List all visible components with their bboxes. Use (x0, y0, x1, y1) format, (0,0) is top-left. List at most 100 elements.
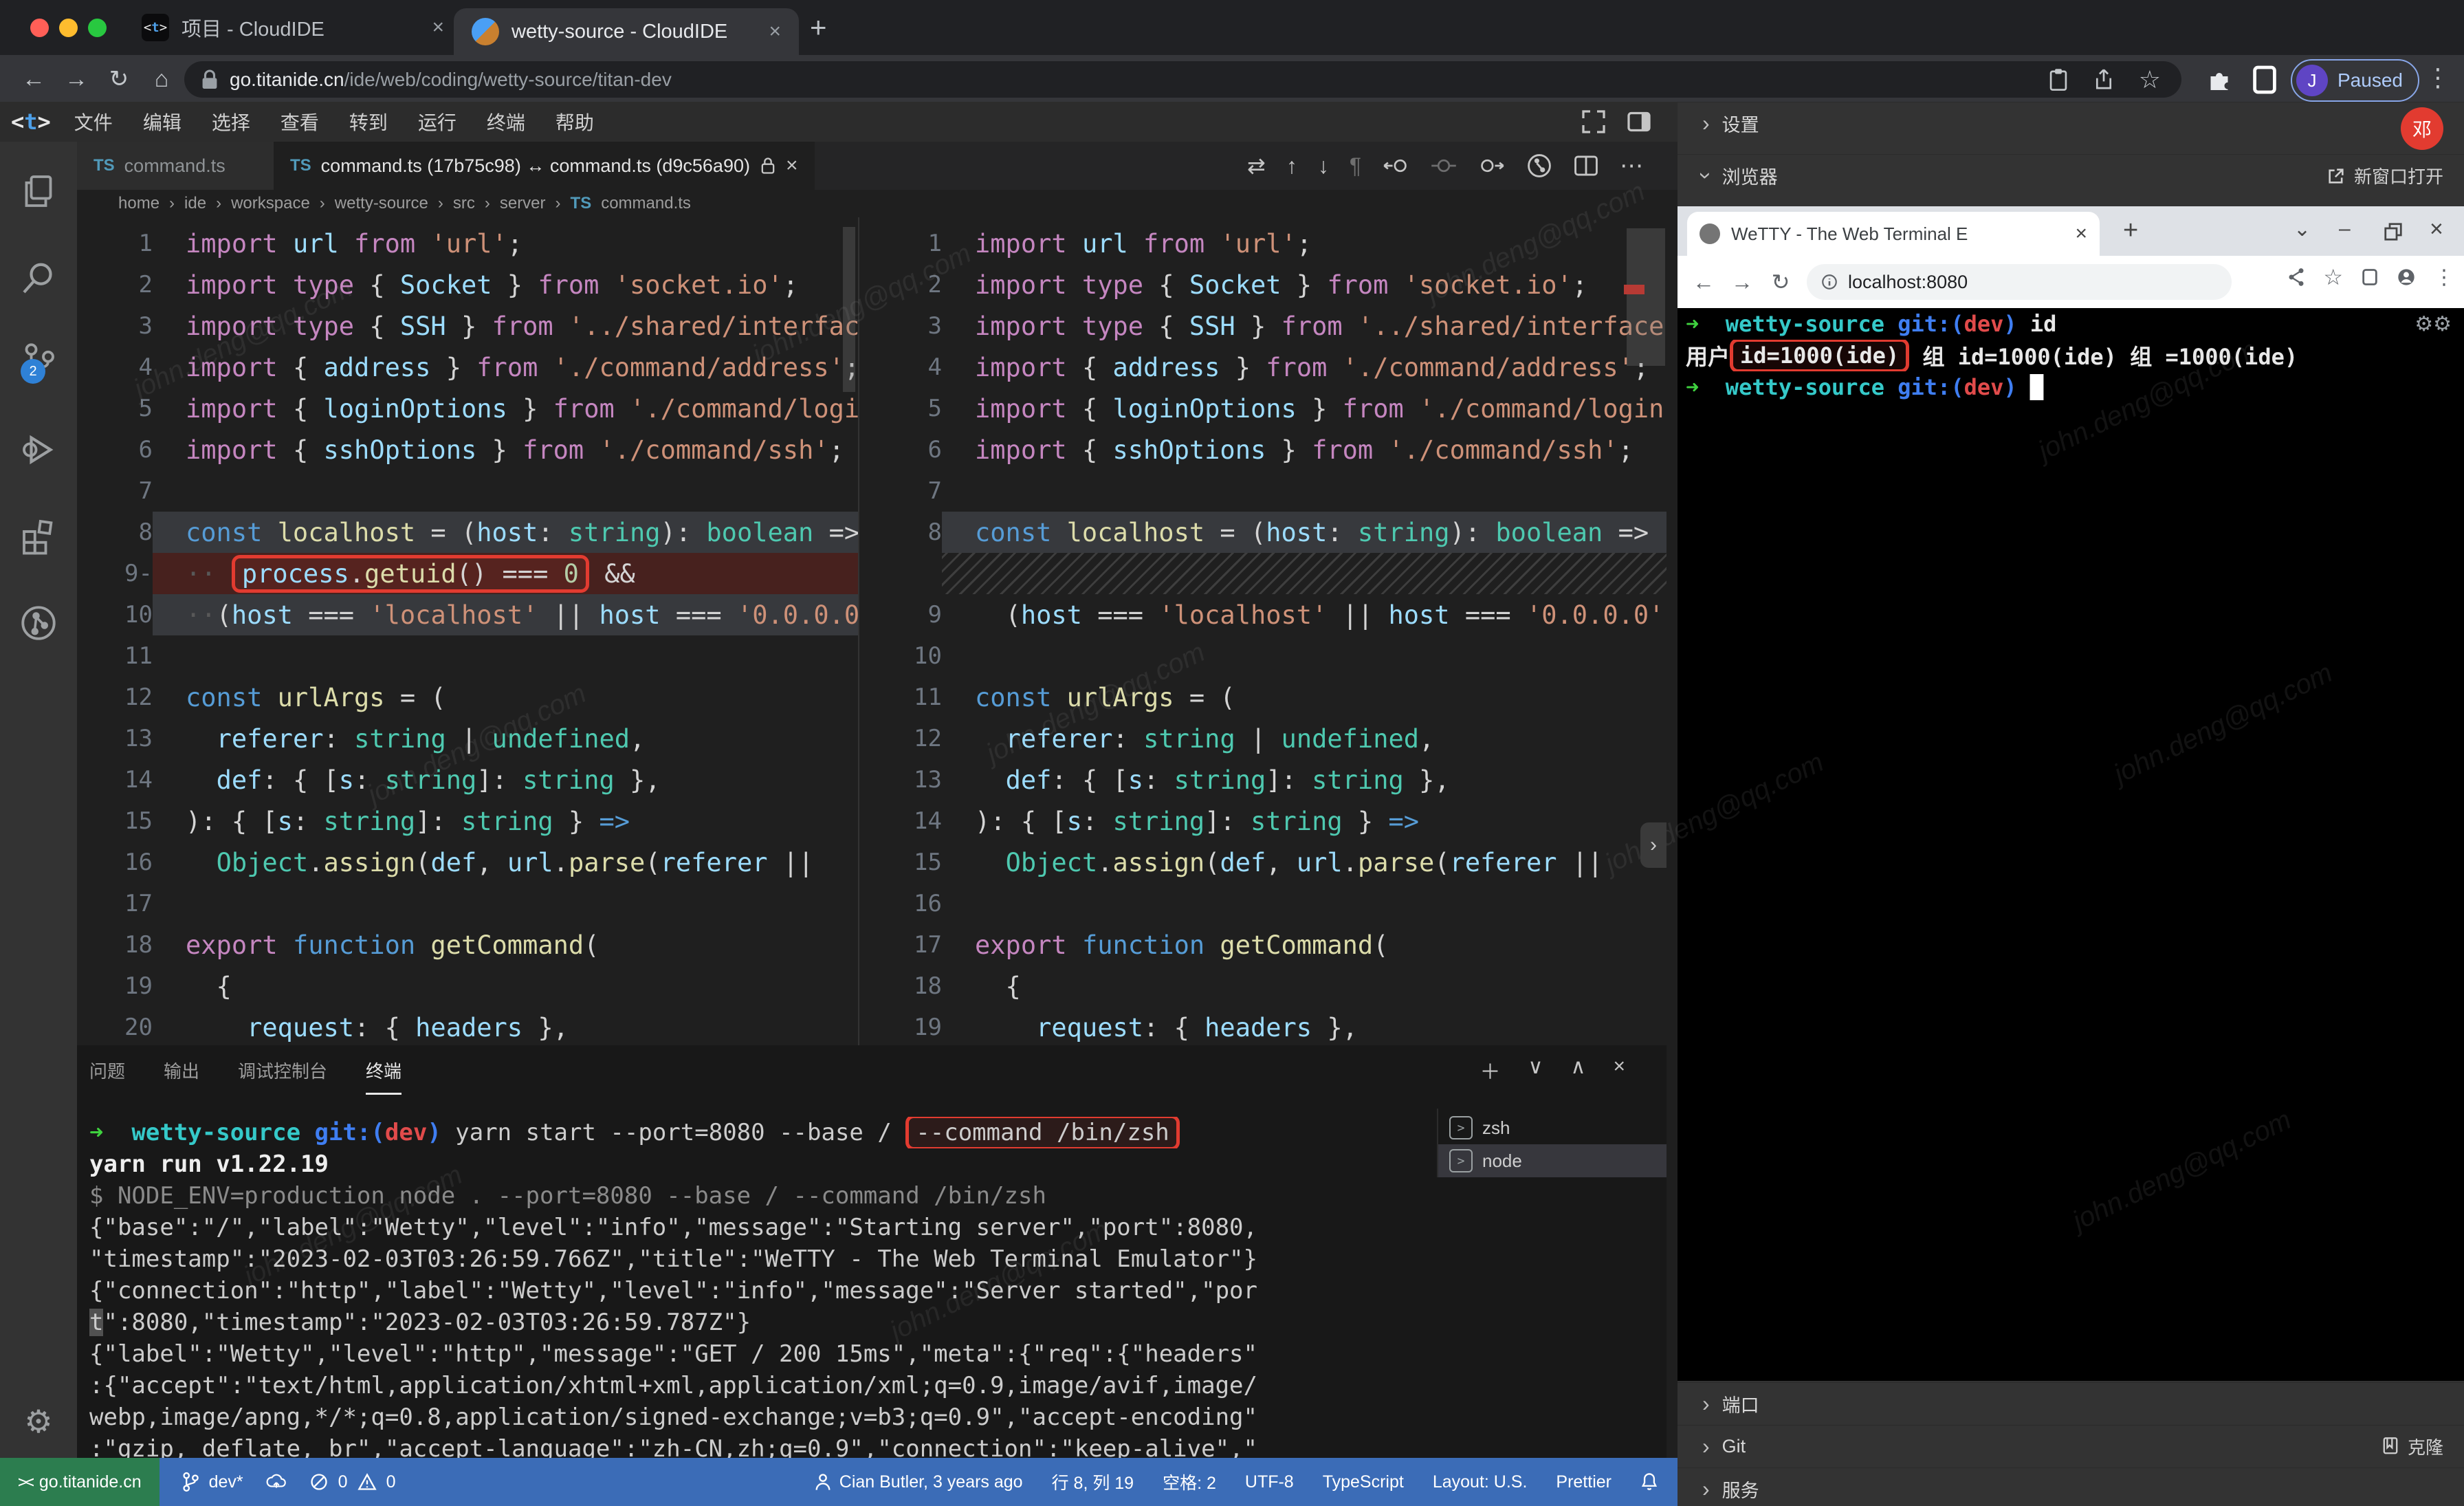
back-icon[interactable]: ← (1684, 270, 1723, 295)
tab-problems[interactable]: 问题 (89, 1058, 125, 1095)
formatter[interactable]: Prettier (1556, 1472, 1612, 1492)
problems-indicator[interactable]: 0 0 (309, 1472, 396, 1492)
tab-terminal[interactable]: 终端 (366, 1058, 402, 1095)
macos-zoom-button[interactable] (88, 19, 107, 37)
apply-right-icon[interactable] (1478, 153, 1506, 178)
menu-file[interactable]: 文件 (74, 108, 113, 135)
crumb-wetty-source[interactable]: wetty-source (335, 194, 428, 213)
terminal-dropdown-icon[interactable]: ∨ (1528, 1055, 1543, 1085)
blame-indicator[interactable]: Cian Butler, 3 years ago (815, 1472, 1023, 1492)
menu-help[interactable]: 帮助 (556, 108, 594, 135)
macos-minimize-button[interactable] (59, 19, 78, 37)
sync-changes-button[interactable] (265, 1473, 287, 1491)
clipboard-icon[interactable] (2048, 68, 2069, 91)
crumb-workspace[interactable]: workspace (231, 194, 310, 213)
extensions-puzzle-icon[interactable] (2206, 66, 2233, 94)
branch-indicator[interactable]: dev* (182, 1472, 243, 1492)
preview-address-bar[interactable]: localhost:8080 (1807, 264, 2232, 300)
cursor-position[interactable]: 行 8, 列 19 (1052, 1470, 1134, 1494)
split-editor-icon[interactable] (1573, 153, 1599, 179)
indent-setting[interactable]: 空格: 2 (1163, 1470, 1216, 1494)
tab-output[interactable]: 输出 (164, 1058, 199, 1095)
macos-close-button[interactable] (30, 19, 49, 37)
profile-icon[interactable] (2397, 268, 2416, 287)
layout-icon[interactable] (1625, 108, 1653, 135)
new-tab-button[interactable]: + (810, 11, 827, 44)
wetty-settings-gears-icon[interactable]: ⚙⚙ (2414, 312, 2452, 336)
right-scrollbar[interactable] (1627, 228, 1665, 366)
crumb-file[interactable]: command.ts (601, 194, 691, 213)
menu-view[interactable]: 查看 (280, 108, 319, 135)
revert-left-icon[interactable] (1382, 153, 1409, 178)
section-services[interactable]: › 服务 (1678, 1467, 2464, 1506)
bookmark-star-icon[interactable]: ☆ (2323, 264, 2343, 290)
crumb-home[interactable]: home (118, 194, 160, 213)
user-avatar[interactable]: 邓 (2401, 107, 2443, 150)
menu-terminal[interactable]: 终端 (487, 108, 525, 135)
preview-dropdown-icon[interactable]: ⌄ (2294, 217, 2311, 241)
side-panel-icon[interactable] (2252, 65, 2277, 95)
section-ports[interactable]: › 端口 (1678, 1382, 2464, 1425)
fullscreen-icon[interactable] (1580, 108, 1607, 135)
open-file-icon[interactable]: ⇄ (1247, 153, 1266, 179)
keyboard-layout[interactable]: Layout: U.S. (1433, 1472, 1528, 1492)
open-new-window-button[interactable]: 新窗口打开 (2326, 163, 2443, 188)
tab-debug-console[interactable]: 调试控制台 (238, 1058, 327, 1095)
forward-icon[interactable]: → (1723, 270, 1761, 295)
previous-change-icon[interactable]: ↑ (1286, 153, 1297, 179)
clone-button[interactable]: 克隆 (2382, 1434, 2443, 1459)
share-icon[interactable] (2287, 268, 2305, 287)
left-scrollbar[interactable] (843, 227, 855, 392)
next-change-icon[interactable]: ↓ (1318, 153, 1329, 179)
preview-restore-icon[interactable] (2383, 221, 2404, 242)
more-actions-icon[interactable]: ⋯ (1620, 152, 1643, 179)
whitespace-icon[interactable]: ¶ (1350, 153, 1361, 179)
section-settings[interactable]: › 设置 (1678, 102, 2464, 144)
menu-run[interactable]: 运行 (418, 108, 456, 135)
wetty-terminal[interactable]: ➜ wetty-source git:(dev) id用户id=1000(ide… (1678, 308, 2464, 1381)
git-graph-icon[interactable] (19, 604, 58, 642)
home-icon[interactable]: ⌂ (140, 66, 183, 93)
close-panel-icon[interactable]: × (1613, 1055, 1625, 1085)
git-compare-icon[interactable] (1526, 153, 1552, 179)
extensions-icon[interactable] (19, 517, 58, 556)
menu-selection[interactable]: 选择 (212, 108, 250, 135)
reload-icon[interactable]: ↻ (98, 65, 140, 93)
bookmark-star-icon[interactable]: ☆ (2139, 65, 2161, 94)
section-git[interactable]: › Git 克隆 (1678, 1425, 2464, 1467)
terminal-output[interactable]: ➜ wetty-source git:(dev) yarn start --po… (89, 1117, 1430, 1458)
tab-switcher-icon[interactable] (2361, 268, 2379, 287)
preview-tab-close-icon[interactable]: × (2075, 222, 2087, 245)
tab-close-icon[interactable]: × (432, 16, 444, 39)
back-icon[interactable]: ← (12, 66, 55, 93)
editor-tab-command-ts[interactable]: TS command.ts (77, 142, 289, 190)
maximize-panel-icon[interactable]: ∧ (1571, 1055, 1586, 1085)
notifications-bell-icon[interactable] (1640, 1472, 1658, 1492)
run-debug-icon[interactable] (19, 430, 58, 469)
task-zsh[interactable]: >zsh (1438, 1111, 1666, 1144)
change-dot-icon[interactable] (1430, 153, 1458, 178)
menu-edit[interactable]: 编辑 (143, 108, 182, 135)
section-browser[interactable]: › 浏览器 新窗口打开 (1678, 154, 2464, 197)
language-mode[interactable]: TypeScript (1323, 1472, 1404, 1492)
browser-tab-project[interactable]: <t> 项目 - CloudIDE × (142, 0, 444, 55)
source-control-item[interactable]: 2 (0, 341, 77, 403)
preview-close-icon[interactable]: × (2430, 216, 2443, 243)
crumb-src[interactable]: src (453, 194, 475, 213)
remote-indicator[interactable]: >< go.titanide.cn (0, 1458, 160, 1506)
editor-tab-diff[interactable]: TS command.ts (17b75c98) ↔ command.ts (d… (274, 142, 815, 190)
explorer-icon[interactable] (19, 172, 58, 210)
forward-icon[interactable]: → (55, 66, 98, 93)
profile-chip[interactable]: J Paused (2291, 59, 2419, 102)
browser-menu-icon[interactable]: ⋮ (2426, 63, 2450, 92)
new-terminal-icon[interactable]: ＋ (1480, 1055, 1501, 1085)
menu-goto[interactable]: 转到 (349, 108, 388, 135)
crumb-server[interactable]: server (500, 194, 546, 213)
diff-editor[interactable]: 1import url from 'url';2import type { So… (77, 217, 1666, 1045)
share-icon[interactable] (2093, 68, 2114, 91)
browser-tab-wetty[interactable]: wetty-source - CloudIDE × (454, 8, 799, 55)
address-bar[interactable]: go.titanide.cn/ide/web/coding/wetty-sour… (184, 61, 2181, 98)
task-node[interactable]: >node (1438, 1144, 1666, 1177)
tab-close-icon[interactable]: × (786, 154, 798, 177)
preview-tab[interactable]: WeTTY - The Web Terminal E × (1687, 212, 2100, 256)
